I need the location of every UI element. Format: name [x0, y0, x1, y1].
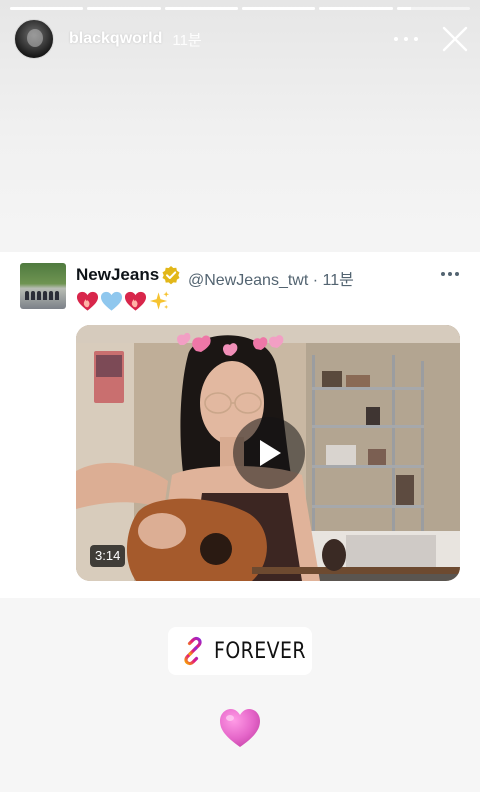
avatar[interactable] — [14, 19, 54, 59]
heart-on-fire-icon — [76, 291, 99, 311]
tweet-author-name[interactable]: NewJeans — [76, 265, 159, 285]
more-horizontal-icon[interactable] — [394, 29, 418, 49]
tweet-handle[interactable]: @NewJeans_twt · 11분 — [188, 266, 354, 290]
play-icon — [260, 440, 281, 466]
sticker-label: FOREVER — [214, 638, 306, 664]
link-icon — [184, 636, 202, 666]
progress-segment — [241, 7, 316, 10]
story-view[interactable]: blackqworld 11분 NewJeans @NewJeans_twt ·… — [0, 0, 480, 792]
story-header: blackqworld 11분 — [14, 18, 470, 60]
progress-segment — [87, 7, 161, 10]
heart-on-fire-icon — [124, 291, 147, 311]
tweet-avatar[interactable] — [20, 263, 66, 309]
video-duration: 3:14 — [90, 545, 126, 567]
sparkles-icon — [149, 291, 170, 310]
play-button[interactable] — [233, 417, 305, 489]
tweet-card[interactable]: NewJeans @NewJeans_twt · 11분 3:14 — [0, 252, 480, 598]
progress-segment — [396, 7, 470, 10]
close-icon[interactable] — [442, 26, 468, 52]
story-progress-bar — [10, 7, 470, 10]
progress-segment — [319, 7, 393, 10]
story-time: 11분 — [172, 31, 202, 49]
tweet-video[interactable]: 3:14 — [76, 325, 460, 581]
tweet-text — [76, 290, 171, 312]
light-blue-heart-icon — [100, 291, 123, 311]
progress-segment — [164, 7, 238, 10]
tweet-more-icon[interactable] — [441, 272, 459, 278]
verified-badge-icon — [162, 266, 180, 285]
pink-heart-icon — [220, 709, 260, 747]
link-sticker[interactable]: FOREVER — [168, 627, 312, 675]
progress-segment — [10, 7, 84, 10]
story-username[interactable]: blackqworld — [69, 30, 162, 48]
